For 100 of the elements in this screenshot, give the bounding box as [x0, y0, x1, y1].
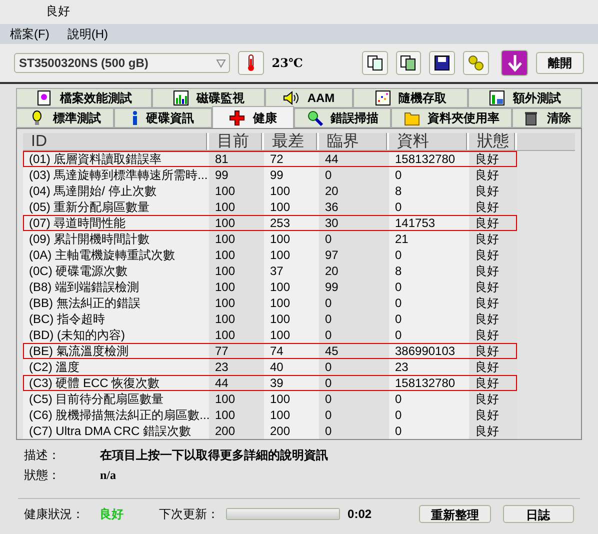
- table-cell: (01) 底層資料讀取錯誤率: [23, 151, 209, 167]
- table-cell: 141753: [389, 215, 469, 231]
- tab[interactable]: 檔案效能測試: [16, 88, 152, 108]
- table-cell: 200: [264, 423, 319, 439]
- table-cell: (03) 馬達旋轉到標準轉速所需時...: [23, 167, 209, 183]
- status-text: 良好: [46, 3, 70, 20]
- table-cell: 100: [264, 391, 319, 407]
- tab[interactable]: 額外測試: [468, 88, 582, 108]
- table-row[interactable]: (04) 馬達開始/ 停止次數 100 100 20 8 良好: [23, 183, 517, 199]
- table-cell: (C7) Ultra DMA CRC 錯誤次數: [23, 423, 209, 439]
- drive-dropdown[interactable]: ST3500320NS (500 gB): [14, 53, 230, 73]
- table-chart-icon: [489, 90, 505, 106]
- table-cell: 158132780: [389, 375, 469, 391]
- table-cell: 8: [389, 263, 469, 279]
- table-cell: (C3) 硬體 ECC 恢復次數: [23, 375, 209, 391]
- table-cell: 39: [264, 375, 319, 391]
- table-row[interactable]: (C7) Ultra DMA CRC 錯誤次數 200 200 0 0 良好: [23, 423, 517, 439]
- highlighted-row[interactable]: (C3) 硬體 ECC 恢復次數 44 39 0 158132780 良好: [23, 375, 517, 391]
- table-row[interactable]: (B8) 端到端錯誤檢測 100 100 99 0 良好: [23, 279, 517, 295]
- table-row[interactable]: (BD) (未知的內容) 100 100 0 0 良好: [23, 327, 517, 343]
- footer-button[interactable]: 重新整理: [419, 505, 491, 523]
- table-cell: 40: [264, 359, 319, 375]
- table-row[interactable]: (09) 累計開機時間計數 100 100 0 21 良好: [23, 231, 517, 247]
- column-header[interactable]: ID: [23, 133, 209, 150]
- table-cell: 100: [264, 279, 319, 295]
- download-button[interactable]: [500, 50, 528, 76]
- copy-button[interactable]: [362, 51, 388, 75]
- table-row[interactable]: (BC) 指令超時 100 100 0 0 良好: [23, 311, 517, 327]
- table-cell: 100: [264, 295, 319, 311]
- folder-icon: [404, 110, 420, 126]
- table-cell: (C2) 溫度: [23, 359, 209, 375]
- column-header[interactable]: 資料: [389, 133, 469, 150]
- table-cell: (B8) 端到端錯誤檢測: [23, 279, 209, 295]
- table-cell: 0: [389, 407, 469, 423]
- down-arrow-icon: [506, 54, 523, 72]
- table-cell: 0: [389, 423, 469, 439]
- table-cell: 0: [389, 327, 469, 343]
- trash-can-icon: [523, 110, 539, 126]
- health-value: 良好: [99, 506, 124, 523]
- info-icon: [132, 110, 138, 126]
- footer-button[interactable]: 日誌: [502, 505, 574, 523]
- tab[interactable]: 錯誤掃描: [294, 108, 391, 128]
- table-cell: (BD) (未知的內容): [23, 327, 209, 343]
- highlighted-row[interactable]: (01) 底層資料讀取錯誤率 81 72 44 158132780 良好: [23, 151, 517, 167]
- table-row[interactable]: (C6) 脫機掃描無法糾正的扇區數... 100 100 0 0 良好: [23, 407, 517, 423]
- table-cell: 100: [264, 199, 319, 215]
- status-label: 狀態：: [24, 467, 61, 484]
- column-header[interactable]: 狀態: [469, 133, 517, 150]
- table-cell: 21: [389, 231, 469, 247]
- table-cell: 99: [264, 167, 319, 183]
- countdown-timer: 0:02: [348, 506, 373, 523]
- table-cell: 23: [389, 359, 469, 375]
- table-cell: 100: [264, 247, 319, 263]
- table-row[interactable]: (0A) 主軸電機旋轉重試次數 100 100 97 0 良好: [23, 247, 517, 263]
- tab[interactable]: AAM: [265, 88, 353, 108]
- magnifier-icon: [306, 110, 322, 126]
- table-row[interactable]: (C5) 目前待分配扇區數量 100 100 0 0 良好: [23, 391, 517, 407]
- table-cell: 37: [264, 263, 319, 279]
- table-cell: 0: [389, 167, 469, 183]
- save-button[interactable]: [429, 51, 456, 75]
- table-cell: 8: [389, 183, 469, 199]
- table-row[interactable]: (BB) 無法糾正的錯誤 100 100 0 0 良好: [23, 295, 517, 311]
- tab[interactable]: 資料夾使用率: [391, 108, 512, 128]
- table-cell: 386990103: [389, 343, 469, 359]
- table-row[interactable]: (0C) 硬碟電源次數 100 37 20 8 良好: [23, 263, 517, 279]
- tab[interactable]: 標準測試: [16, 108, 114, 128]
- highlighted-row[interactable]: (BE) 氣流溫度檢測 77 74 45 386990103 良好: [23, 343, 517, 359]
- settings-button[interactable]: [463, 51, 489, 75]
- exit-button[interactable]: 離開: [536, 52, 584, 74]
- table-row[interactable]: (C2) 溫度 23 40 0 23 良好: [23, 359, 517, 375]
- column-header[interactable]: 最差: [264, 133, 319, 150]
- table-cell: 100: [264, 327, 319, 343]
- column-header[interactable]: 臨界: [319, 133, 389, 150]
- table-cell: (04) 馬達開始/ 停止次數: [23, 183, 209, 199]
- copy-image-button[interactable]: [396, 51, 422, 75]
- gears-icon: [468, 55, 484, 71]
- table-cell: 0: [389, 247, 469, 263]
- tab[interactable]: 隨機存取: [353, 88, 468, 108]
- menu-item[interactable]: 說明(H): [67, 25, 108, 43]
- table-cell: (BC) 指令超時: [23, 311, 209, 327]
- table-cell: (BB) 無法糾正的錯誤: [23, 295, 209, 311]
- tab[interactable]: 磁碟監視: [152, 88, 265, 108]
- tab[interactable]: 硬碟資訊: [114, 108, 212, 128]
- column-header[interactable]: 目前: [209, 133, 264, 150]
- table-cell: 0: [389, 391, 469, 407]
- temperature-reading: 23℃: [272, 55, 304, 72]
- health-label: 健康狀況：: [24, 506, 85, 523]
- tab[interactable]: 清除: [512, 108, 582, 128]
- table-cell: 158132780: [389, 151, 469, 167]
- table-cell: 0: [389, 279, 469, 295]
- tab[interactable]: 健康: [212, 106, 294, 128]
- menu-item[interactable]: 檔案(F): [10, 25, 50, 43]
- highlighted-row[interactable]: (07) 尋道時間性能 100 253 30 141753 良好: [23, 215, 517, 231]
- table-cell: 100: [264, 407, 319, 423]
- scatter-plot-icon: [374, 90, 390, 106]
- table-row[interactable]: (05) 重新分配扇區數量 100 100 36 0 良好: [23, 199, 517, 215]
- table-row[interactable]: (03) 馬達旋轉到標準轉速所需時... 99 99 0 0 良好: [23, 167, 517, 183]
- thermometer-button[interactable]: [238, 51, 264, 75]
- table-cell: 100: [264, 231, 319, 247]
- table-cell: (C6) 脫機掃描無法糾正的扇區數...: [23, 407, 209, 423]
